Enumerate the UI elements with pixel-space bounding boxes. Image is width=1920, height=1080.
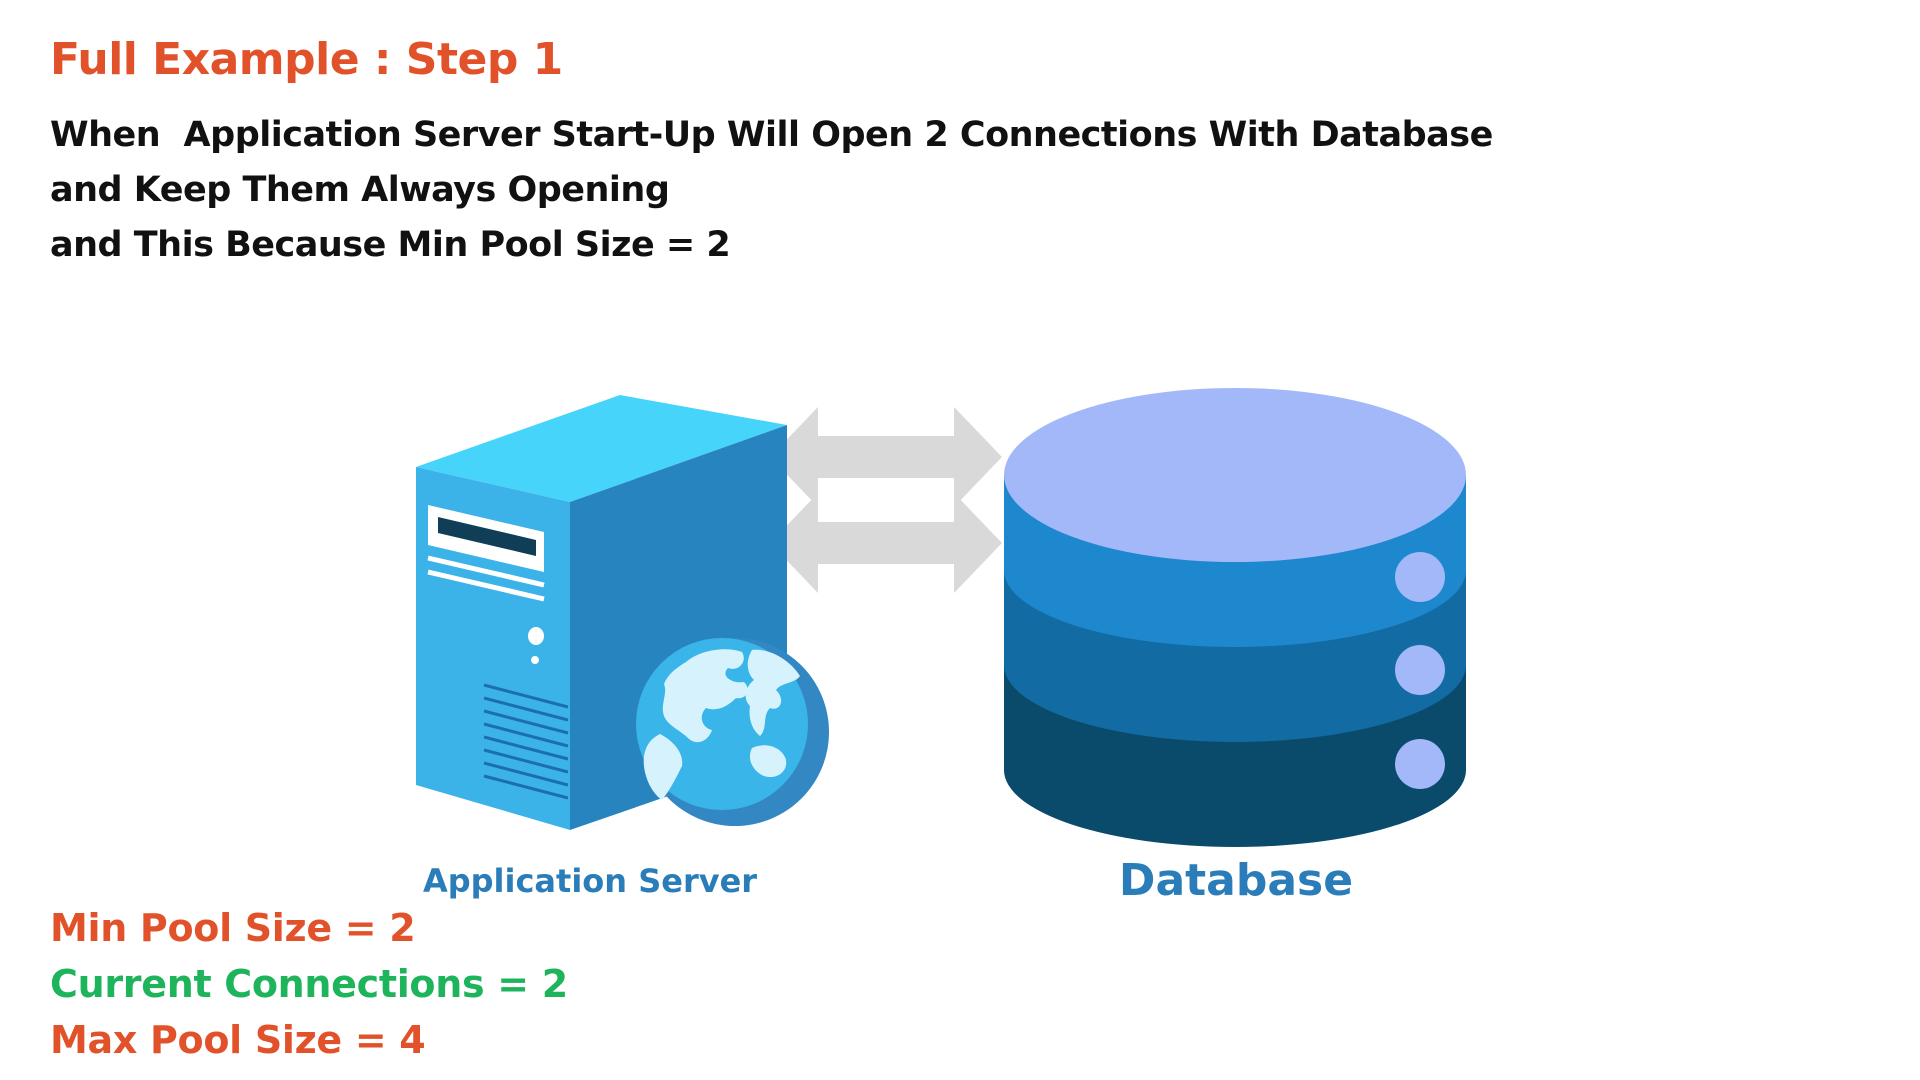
globe-icon [636, 638, 829, 826]
db-indicator-2 [1395, 645, 1445, 695]
db-indicator-1 [1395, 552, 1445, 602]
server-status-light [531, 656, 539, 664]
database-label: Database [1118, 855, 1354, 906]
db-indicator-3 [1395, 739, 1445, 789]
database-cylinder-icon [1004, 388, 1466, 847]
connection-arrows [770, 407, 1002, 593]
pool-stats: Min Pool Size = 2 Current Connections = … [50, 900, 568, 1068]
double-arrow-icon [770, 493, 1002, 593]
double-arrow-icon [770, 407, 1002, 507]
min-pool-size: Min Pool Size = 2 [50, 906, 416, 950]
current-connections: Current Connections = 2 [50, 962, 568, 1006]
max-pool-size: Max Pool Size = 4 [50, 1018, 426, 1062]
db-top [1004, 388, 1466, 562]
server-label: Application Server [422, 862, 758, 900]
server-power-button [528, 627, 544, 645]
server-with-globe-icon [416, 395, 829, 830]
